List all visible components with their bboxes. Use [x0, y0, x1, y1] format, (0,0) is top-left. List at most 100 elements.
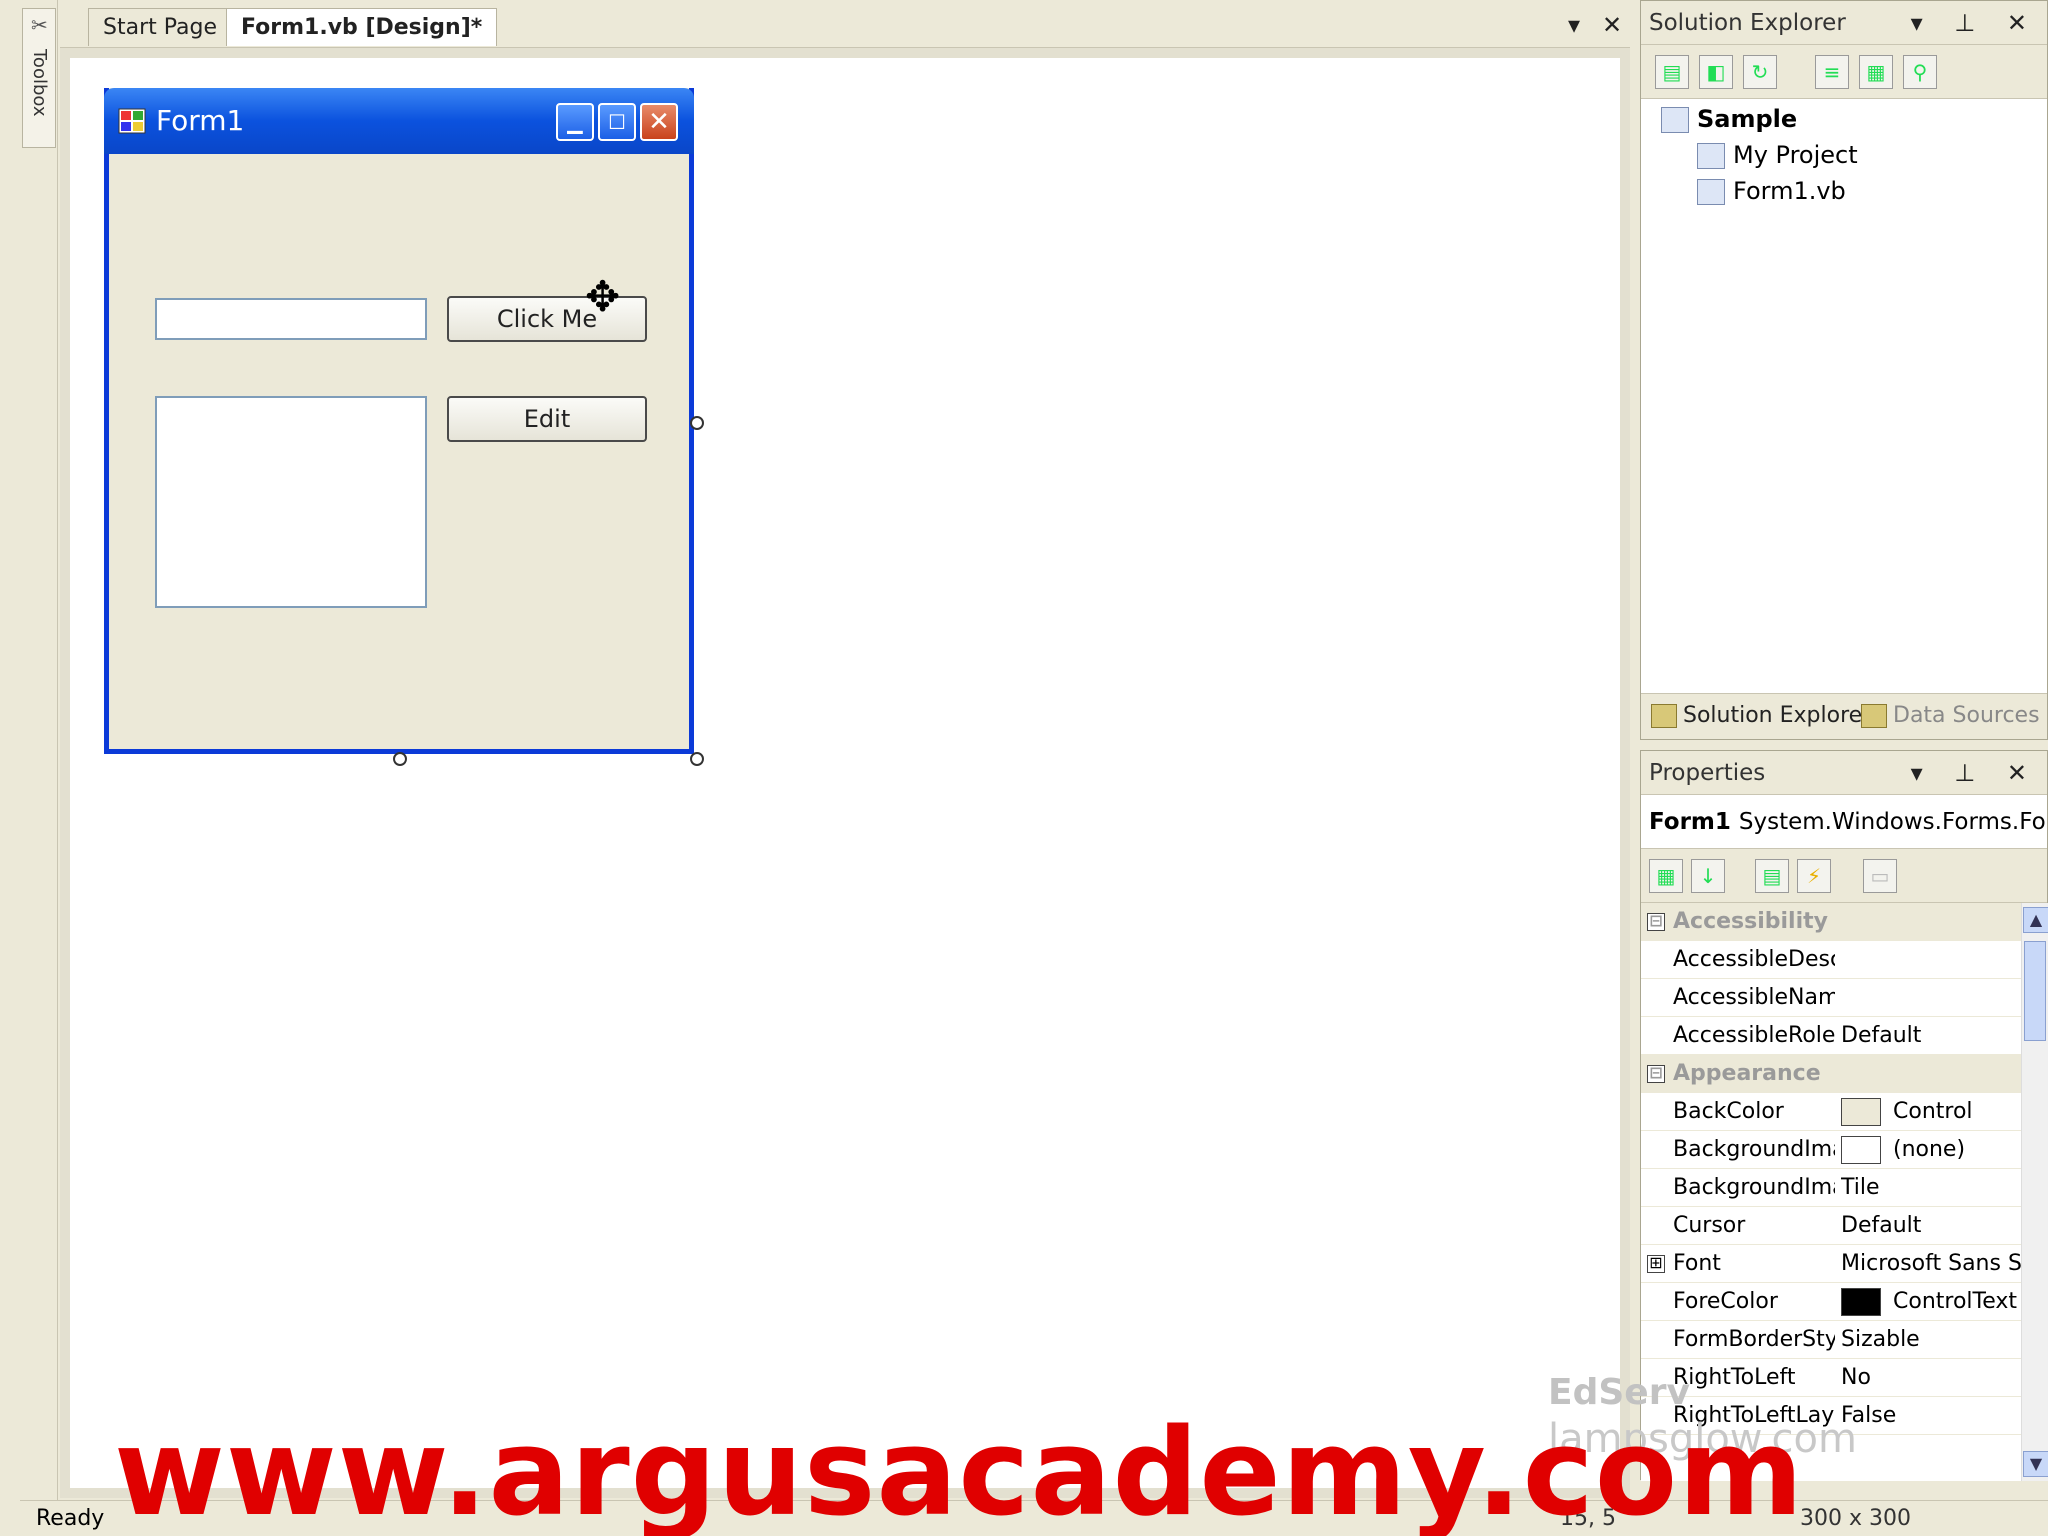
view-designer-icon[interactable]: ▦	[1859, 55, 1893, 89]
tab-dropdown-icon[interactable]: ▾	[1568, 10, 1580, 40]
object-type: System.Windows.Forms.Form	[1738, 809, 2047, 835]
tree-item-form1[interactable]: Form1.vb	[1697, 175, 1846, 207]
property-value-text: Default	[1841, 1213, 1922, 1238]
property-value[interactable]: Default	[1841, 1207, 2021, 1245]
property-row[interactable]: Cursor Default	[1641, 1207, 2021, 1245]
form-file-icon	[1697, 179, 1725, 205]
resize-handle-right[interactable]	[690, 416, 704, 430]
toolbox-tab[interactable]: ✂ Toolbox	[22, 8, 56, 148]
textbox-control[interactable]	[155, 298, 427, 340]
form-app-icon	[118, 108, 146, 134]
properties-icon[interactable]: ▤	[1655, 55, 1689, 89]
designer-form[interactable]: Form1 ▁ ☐ ✕ Click Me Edit ✥	[104, 88, 694, 754]
alphabetical-icon[interactable]: ↓	[1691, 859, 1725, 893]
edit-button[interactable]: Edit	[447, 396, 647, 442]
tab-data-sources[interactable]: Data Sources	[1855, 694, 2040, 738]
solution-explorer-panel: Solution Explorer ▾ ⊥ ✕ ▤ ◧ ↻ ≡ ▦ ⚲ Samp…	[1640, 0, 2048, 740]
tree-item-sample[interactable]: Sample	[1661, 103, 1797, 135]
show-all-files-icon[interactable]: ◧	[1699, 55, 1733, 89]
property-row[interactable]: ⊞ Font Microsoft Sans Se	[1641, 1245, 2021, 1283]
property-row[interactable]: BackColor Control	[1641, 1093, 2021, 1131]
property-value[interactable]: Sizable	[1841, 1321, 2021, 1359]
property-value[interactable]: ControlText	[1841, 1283, 2021, 1321]
status-text: Ready	[36, 1506, 105, 1531]
data-sources-icon	[1861, 704, 1887, 728]
solution-explorer-window-controls[interactable]: ▾ ⊥ ✕	[1911, 1, 2039, 45]
minimize-icon[interactable]: ▁	[556, 103, 594, 141]
property-row[interactable]: AccessibleDescri	[1641, 941, 2021, 979]
refresh-icon[interactable]: ↻	[1743, 55, 1777, 89]
property-value[interactable]: (none)	[1841, 1131, 2021, 1169]
property-value-text: Microsoft Sans Se	[1841, 1251, 2021, 1276]
categorized-icon[interactable]: ▦	[1649, 859, 1683, 893]
toolbox-strip: ✂ Toolbox	[20, 0, 58, 1500]
property-category[interactable]: ⊟ Accessibility	[1641, 903, 2021, 941]
property-value-text: (none)	[1893, 1137, 1966, 1162]
property-value[interactable]: No	[1841, 1359, 2021, 1397]
solution-explorer-bottom-tabs: Solution Explorer Data Sources	[1641, 693, 2047, 739]
listbox-control[interactable]	[155, 396, 427, 608]
properties-toolbar: ▦ ↓ ▤ ⚡ ▭	[1641, 849, 2047, 903]
property-name: RightToLeft	[1673, 1365, 1796, 1390]
object-selector[interactable]: Form1 System.Windows.Forms.Form	[1641, 795, 2047, 849]
property-name: Appearance	[1673, 1061, 1821, 1086]
resize-handle-corner[interactable]	[690, 752, 704, 766]
properties-panel: Properties ▾ ⊥ ✕ Form1 System.Windows.For…	[1640, 750, 2048, 1481]
property-name: BackgroundImag	[1673, 1137, 1835, 1162]
tab-solution-explorer[interactable]: Solution Explorer	[1645, 694, 1871, 738]
expander-icon[interactable]: ⊟	[1647, 913, 1665, 931]
property-value[interactable]: False	[1841, 1397, 2021, 1435]
property-value-text: Sizable	[1841, 1327, 1920, 1352]
form-title-bar[interactable]: Form1 ▁ ☐ ✕	[104, 88, 694, 154]
property-value[interactable]: Default	[1841, 1017, 2021, 1055]
property-name: ForeColor	[1673, 1289, 1778, 1314]
scroll-down-icon[interactable]: ▼	[2023, 1451, 2048, 1477]
property-row[interactable]: BackgroundImag (none)	[1641, 1131, 2021, 1169]
property-name: Accessibility	[1673, 909, 1828, 934]
tab-form1-design[interactable]: Form1.vb [Design]*	[226, 8, 498, 46]
maximize-icon[interactable]: ☐	[598, 103, 636, 141]
property-category[interactable]: ⊟ Appearance	[1641, 1055, 2021, 1093]
property-row[interactable]: ForeColor ControlText	[1641, 1283, 2021, 1321]
property-row[interactable]: RightToLeft No	[1641, 1359, 2021, 1397]
color-swatch	[1841, 1098, 1881, 1126]
property-value[interactable]: Microsoft Sans Se	[1841, 1245, 2021, 1283]
property-row[interactable]: AccessibleRole Default	[1641, 1017, 2021, 1055]
property-row[interactable]: FormBorderStyleSizable	[1641, 1321, 2021, 1359]
toolbox-icon: ✂	[31, 13, 48, 37]
class-view-icon[interactable]: ⚲	[1903, 55, 1937, 89]
properties-view-icon[interactable]: ▤	[1755, 859, 1789, 893]
tab-close-icon[interactable]: ✕	[1602, 10, 1622, 40]
property-value-text: ControlText	[1893, 1289, 2018, 1314]
property-pages-icon[interactable]: ▭	[1863, 859, 1897, 893]
property-value[interactable]: Control	[1841, 1093, 2021, 1131]
properties-window-controls[interactable]: ▾ ⊥ ✕	[1911, 751, 2039, 795]
events-icon[interactable]: ⚡	[1797, 859, 1831, 893]
expander-icon[interactable]: ⊞	[1647, 1255, 1665, 1273]
scroll-up-icon[interactable]: ▲	[2023, 907, 2048, 933]
scroll-thumb[interactable]	[2024, 941, 2046, 1041]
view-code-icon[interactable]: ≡	[1815, 55, 1849, 89]
solution-icon	[1661, 107, 1689, 133]
property-value-text: Tile	[1841, 1175, 1880, 1200]
property-name: BackColor	[1673, 1099, 1784, 1124]
solution-explorer-title: Solution Explorer	[1649, 10, 1846, 36]
color-swatch	[1841, 1136, 1881, 1164]
move-cursor-icon: ✥	[585, 272, 621, 321]
properties-title: Properties	[1649, 760, 1766, 786]
property-grid: ⊟ Accessibility AccessibleDescri Accessible…	[1641, 903, 2021, 1481]
visual-studio-ide: ✂ Toolbox Start Page Form1.vb [Design]* …	[0, 0, 2048, 1536]
property-value[interactable]: Tile	[1841, 1169, 2021, 1207]
expander-icon[interactable]: ⊟	[1647, 1065, 1665, 1083]
properties-scrollbar[interactable]: ▲ ▼	[2021, 903, 2048, 1481]
document-tabs: Start Page Form1.vb [Design]* ▾ ✕	[60, 0, 1630, 48]
property-row[interactable]: BackgroundImagTile	[1641, 1169, 2021, 1207]
tree-item-my-project[interactable]: My Project	[1697, 139, 1858, 171]
tab-start-page[interactable]: Start Page	[88, 8, 232, 46]
close-icon[interactable]: ✕	[640, 103, 678, 141]
property-name: Cursor	[1673, 1213, 1746, 1238]
my-project-icon	[1697, 143, 1725, 169]
resize-handle-bottom[interactable]	[393, 752, 407, 766]
argus-academy-watermark: www.argusacademy.com	[114, 1404, 1805, 1536]
property-row[interactable]: AccessibleName	[1641, 979, 2021, 1017]
